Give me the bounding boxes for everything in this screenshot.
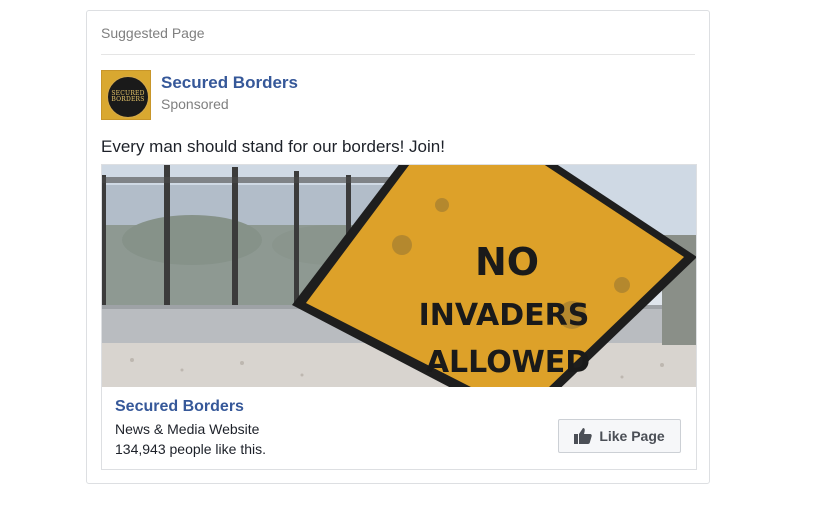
ad-image[interactable]: NO INVADERS ALLOWED <box>102 165 696 387</box>
like-page-button[interactable]: Like Page <box>558 419 681 453</box>
ad-page-name-link[interactable]: Secured Borders <box>115 398 244 416</box>
suggested-page-card: Suggested Page SECURED BORDERS Secured Bo… <box>86 10 710 484</box>
post-text: Every man should stand for our borders! … <box>101 137 445 156</box>
page-avatar[interactable]: SECURED BORDERS <box>101 70 151 120</box>
page-logo: SECURED BORDERS <box>107 76 149 118</box>
sign-line-3: ALLOWED <box>426 345 590 380</box>
sponsored-label: Sponsored <box>161 96 229 112</box>
like-page-label: Like Page <box>599 428 665 444</box>
sign-line-1: NO <box>475 240 539 284</box>
header-divider <box>101 54 695 55</box>
sign-line-2: INVADERS <box>419 298 590 333</box>
ad-like-count: 134,943 people like this. <box>115 441 266 457</box>
page-name-link[interactable]: Secured Borders <box>161 73 298 93</box>
card-header: Suggested Page <box>101 25 205 41</box>
ad-page-category: News & Media Website <box>115 421 260 437</box>
thumbs-up-icon <box>574 428 593 444</box>
ad-attachment[interactable]: NO INVADERS ALLOWED Secured Borders News… <box>101 164 697 470</box>
